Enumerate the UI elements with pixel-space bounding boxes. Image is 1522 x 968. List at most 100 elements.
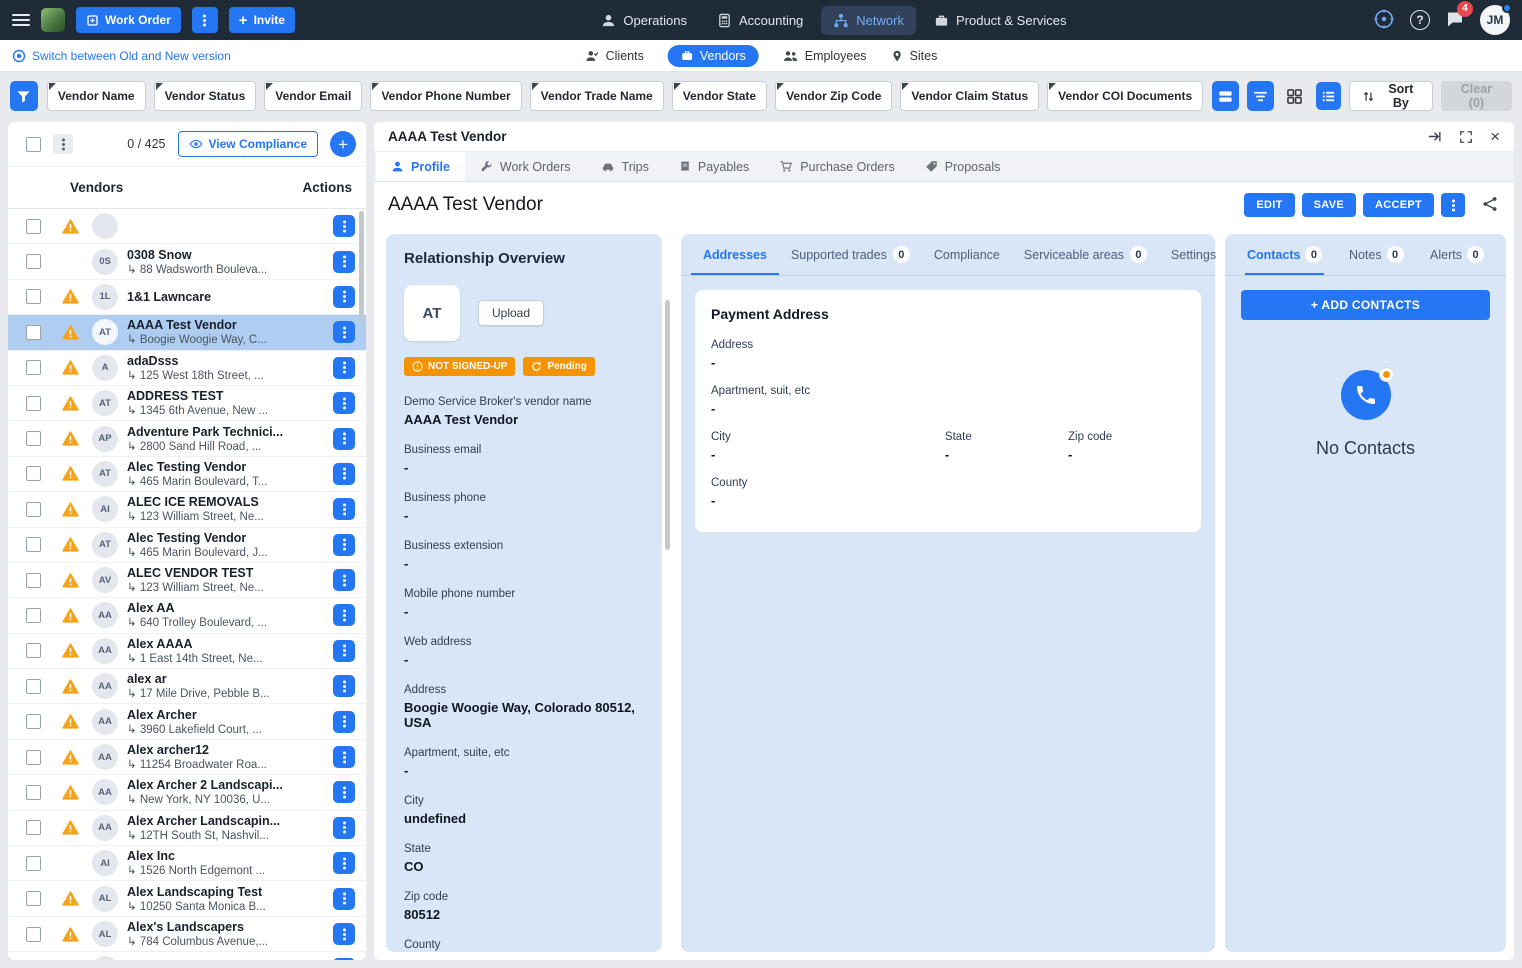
row-actions-button[interactable] — [333, 958, 355, 960]
tab-trips[interactable]: Trips — [586, 152, 664, 181]
vendor-row[interactable]: 1L 1&1 Lawncare — [8, 280, 366, 316]
row-actions-button[interactable] — [333, 816, 355, 839]
contacts-tab[interactable]: Notes 0 — [1347, 234, 1406, 275]
clear-filters-button[interactable]: Clear (0) — [1440, 81, 1512, 111]
tab-sites[interactable]: Sites — [891, 49, 937, 63]
tab-purchase-orders[interactable]: Purchase Orders — [764, 152, 909, 181]
vendor-row[interactable]: AI ALEC ICE REMOVALS ↳ 123 William Stree… — [8, 492, 366, 528]
row-actions-button[interactable] — [333, 852, 355, 875]
row-actions-button[interactable] — [333, 639, 355, 662]
vendor-list-scrollbar[interactable] — [359, 211, 364, 323]
row-actions-button[interactable] — [333, 887, 355, 910]
vendor-row[interactable]: AI Alex Inc ↳ 1526 North Edgemont ... — [8, 846, 366, 882]
row-actions-button[interactable] — [333, 498, 355, 521]
row-checkbox[interactable] — [26, 678, 41, 694]
address-tab[interactable]: Supported trades 0 — [779, 234, 922, 275]
vendor-row[interactable]: AA Alex Archer Landscapin... ↳ 12TH Sout… — [8, 811, 366, 847]
dispatch-compass-button[interactable] — [1373, 8, 1395, 33]
address-tab[interactable]: Serviceable areas 0 — [1012, 234, 1159, 275]
row-checkbox[interactable] — [26, 324, 41, 340]
action-button[interactable]: ACCEPT — [1362, 193, 1434, 217]
row-checkbox[interactable] — [26, 891, 41, 907]
vendor-row[interactable]: AT Alec Testing Vendor ↳ 465 Marin Boule… — [8, 528, 366, 563]
row-actions-button[interactable] — [333, 746, 355, 769]
action-button[interactable]: EDIT — [1244, 193, 1295, 217]
user-avatar[interactable]: JM — [1480, 3, 1512, 35]
vendor-row[interactable]: AT Alec Testing Vendor ↳ 465 Marin Boule… — [8, 457, 366, 493]
row-checkbox[interactable] — [26, 289, 41, 305]
grid-view-button[interactable] — [1282, 82, 1307, 110]
row-checkbox[interactable] — [26, 218, 41, 234]
row-checkbox[interactable] — [26, 784, 41, 800]
close-button[interactable]: × — [1490, 128, 1500, 145]
invite-button[interactable]: + Invite — [228, 7, 295, 33]
action-button[interactable]: SAVE — [1301, 193, 1356, 217]
row-actions-button[interactable] — [333, 250, 355, 273]
more-actions-button[interactable] — [1441, 193, 1465, 217]
row-actions-button[interactable] — [333, 427, 355, 450]
filter-chip[interactable]: Vendor Claim Status — [900, 81, 1040, 111]
list-options-button[interactable] — [53, 134, 73, 154]
filter-chip[interactable]: Vendor Status — [153, 81, 257, 111]
address-tab[interactable]: Compliance — [922, 234, 1012, 275]
tab-payables[interactable]: Payables — [664, 152, 764, 181]
sort-by-button[interactable]: Sort By — [1348, 81, 1433, 111]
card-view-button[interactable] — [1212, 81, 1240, 111]
share-button[interactable] — [1482, 196, 1498, 215]
expand-button[interactable] — [1459, 130, 1473, 144]
tab-vendors[interactable]: Vendors — [667, 44, 759, 67]
row-checkbox[interactable] — [26, 607, 41, 623]
list-view-button[interactable] — [1315, 82, 1341, 110]
filter-chip[interactable]: Vendor State — [671, 81, 768, 111]
nav-item-network[interactable]: Network — [821, 5, 916, 35]
row-checkbox[interactable] — [26, 466, 41, 482]
row-checkbox[interactable] — [26, 572, 41, 588]
vendor-row[interactable]: AL Alex's Landscapers ↳ 784 Columbus Ave… — [8, 917, 366, 953]
vendor-row[interactable]: AA Alex Archer 2 Landscapi... ↳ New York… — [8, 775, 366, 811]
tab-proposals[interactable]: Proposals — [910, 152, 1016, 181]
filter-funnel-button[interactable] — [10, 81, 38, 111]
vendor-row[interactable] — [8, 209, 366, 245]
switch-version-link[interactable]: Switch between Old and New version — [12, 49, 231, 63]
address-tab[interactable]: Addresses — [691, 234, 779, 275]
filter-chip[interactable]: Vendor COI Documents — [1047, 81, 1204, 111]
collapse-right-button[interactable] — [1427, 129, 1442, 144]
vendor-row[interactable]: AV ALEC VENDOR TEST ↳ 123 William Street… — [8, 563, 366, 599]
filter-chip[interactable]: Vendor Zip Code — [775, 81, 893, 111]
vendor-row[interactable]: AT Alex test — [8, 952, 366, 960]
tab-work-orders[interactable]: Work Orders — [465, 152, 586, 181]
row-actions-button[interactable] — [333, 392, 355, 415]
add-contacts-button[interactable]: + ADD CONTACTS — [1241, 290, 1490, 320]
contacts-tab[interactable]: Alerts 0 — [1428, 234, 1486, 275]
vendor-row[interactable]: A adaDsss ↳ 125 West 18th Street, ... — [8, 351, 366, 386]
vendor-row[interactable]: AL Alex Landscaping Test ↳ 10250 Santa M… — [8, 881, 366, 917]
contacts-tab[interactable]: Contacts 0 — [1245, 234, 1325, 275]
tab-profile[interactable]: Profile — [376, 152, 465, 181]
tab-clients[interactable]: Clients — [585, 49, 644, 63]
vendor-row[interactable]: AP Adventure Park Technici... ↳ 2800 San… — [8, 421, 366, 457]
row-checkbox[interactable] — [26, 820, 41, 836]
row-checkbox[interactable] — [26, 714, 41, 730]
row-actions-button[interactable] — [333, 710, 355, 733]
vendor-row[interactable]: AA Alex Archer ↳ 3960 Lakefield Court, .… — [8, 704, 366, 740]
app-logo[interactable] — [41, 8, 65, 32]
row-checkbox[interactable] — [26, 360, 41, 376]
nav-item-product-services[interactable]: Product & Services — [922, 6, 1079, 35]
row-checkbox[interactable] — [26, 537, 41, 553]
filter-chip[interactable]: Vendor Phone Number — [370, 81, 522, 111]
address-tab[interactable]: Settings — [1159, 234, 1228, 275]
row-checkbox[interactable] — [26, 749, 41, 765]
row-checkbox[interactable] — [26, 254, 41, 270]
row-actions-button[interactable] — [333, 321, 355, 344]
row-actions-button[interactable] — [333, 285, 355, 308]
row-checkbox[interactable] — [26, 431, 41, 447]
row-checkbox[interactable] — [26, 501, 41, 517]
tab-employees[interactable]: Employees — [783, 49, 867, 63]
vendor-row[interactable]: AA Alex AA ↳ 640 Trolley Boulevard, ... — [8, 598, 366, 634]
work-order-more-button[interactable] — [191, 7, 218, 33]
vendor-row[interactable]: AA alex ar ↳ 17 Mile Drive, Pebble B... — [8, 669, 366, 705]
row-checkbox[interactable] — [26, 395, 41, 411]
work-order-button[interactable]: Work Order — [76, 7, 181, 33]
row-actions-button[interactable] — [333, 533, 355, 556]
filter-chip[interactable]: Vendor Trade Name — [529, 81, 664, 111]
